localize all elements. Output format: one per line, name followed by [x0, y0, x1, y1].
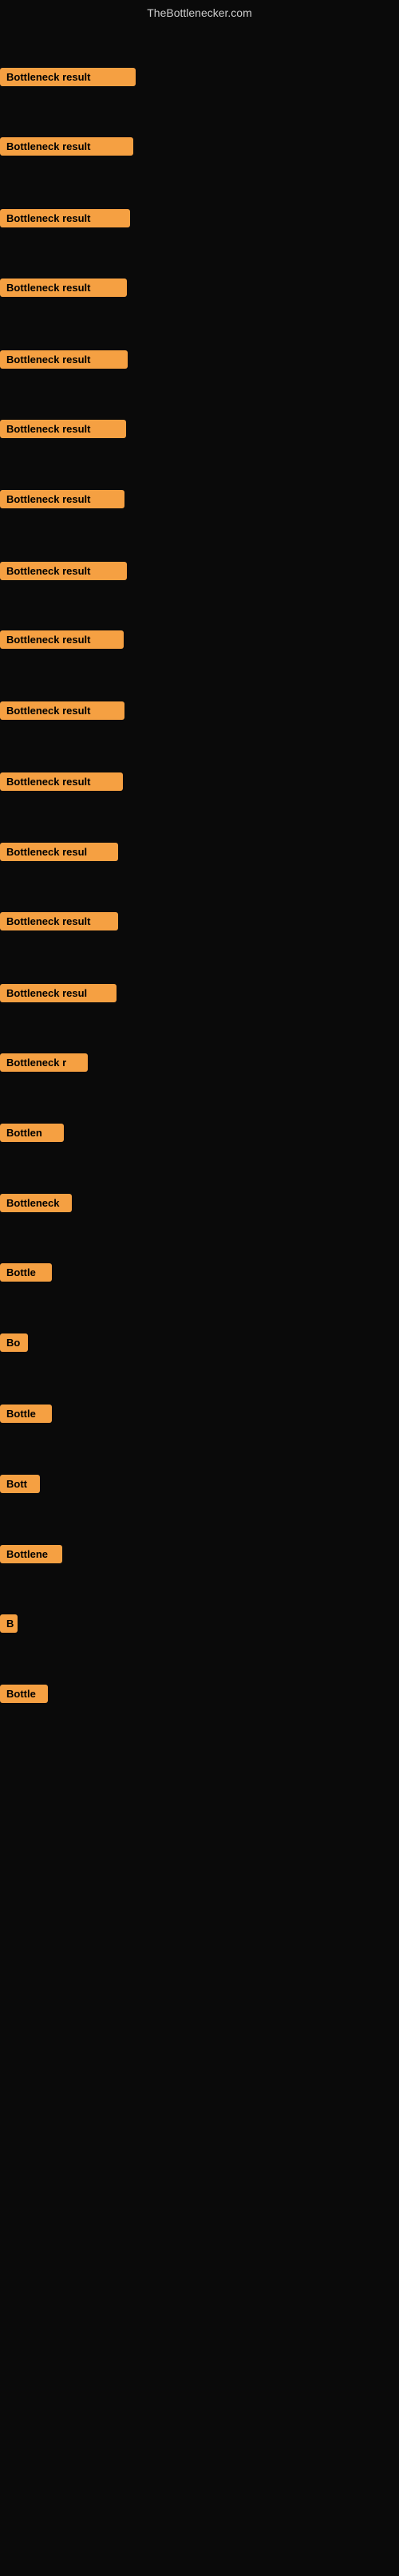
bottleneck-badge-22[interactable]: Bottlene	[0, 1545, 62, 1567]
bottleneck-badge-3[interactable]: Bottleneck result	[0, 209, 130, 231]
bottleneck-badge-9[interactable]: Bottleneck result	[0, 630, 124, 653]
bottleneck-badge-18[interactable]: Bottle	[0, 1263, 52, 1286]
bottleneck-badge-7[interactable]: Bottleneck result	[0, 490, 124, 512]
bottleneck-badge-2[interactable]: Bottleneck result	[0, 137, 133, 160]
bottleneck-badge-23[interactable]: B	[0, 1614, 18, 1637]
bottleneck-label-21: Bott	[0, 1475, 40, 1493]
bottleneck-label-18: Bottle	[0, 1263, 52, 1282]
bottleneck-badge-6[interactable]: Bottleneck result	[0, 420, 126, 442]
bottleneck-label-7: Bottleneck result	[0, 490, 124, 508]
bottleneck-label-16: Bottlen	[0, 1124, 64, 1142]
bottleneck-label-19: Bo	[0, 1333, 28, 1352]
bottleneck-badge-13[interactable]: Bottleneck result	[0, 912, 118, 934]
bottleneck-badge-20[interactable]: Bottle	[0, 1405, 52, 1427]
bottleneck-label-5: Bottleneck result	[0, 350, 128, 369]
bottleneck-badge-14[interactable]: Bottleneck resul	[0, 984, 117, 1006]
bottleneck-label-1: Bottleneck result	[0, 68, 136, 86]
bottleneck-label-3: Bottleneck result	[0, 209, 130, 227]
bottleneck-badge-5[interactable]: Bottleneck result	[0, 350, 128, 373]
bottleneck-badge-4[interactable]: Bottleneck result	[0, 279, 127, 301]
bottleneck-label-9: Bottleneck result	[0, 630, 124, 649]
bottleneck-badge-11[interactable]: Bottleneck result	[0, 772, 123, 795]
bottleneck-label-13: Bottleneck result	[0, 912, 118, 930]
bottleneck-label-22: Bottlene	[0, 1545, 62, 1563]
site-title: TheBottlenecker.com	[0, 0, 399, 22]
bottleneck-label-2: Bottleneck result	[0, 137, 133, 156]
bottleneck-badge-16[interactable]: Bottlen	[0, 1124, 64, 1146]
bottleneck-badge-1[interactable]: Bottleneck result	[0, 68, 136, 90]
bottleneck-label-12: Bottleneck resul	[0, 843, 118, 861]
bottleneck-badge-15[interactable]: Bottleneck r	[0, 1053, 88, 1076]
bottleneck-badge-24[interactable]: Bottle	[0, 1685, 48, 1707]
bottleneck-label-23: B	[0, 1614, 18, 1633]
bottleneck-badge-19[interactable]: Bo	[0, 1333, 28, 1356]
bottleneck-badge-17[interactable]: Bottleneck	[0, 1194, 72, 1216]
bottleneck-label-4: Bottleneck result	[0, 279, 127, 297]
bottleneck-label-14: Bottleneck resul	[0, 984, 117, 1002]
bottleneck-label-17: Bottleneck	[0, 1194, 72, 1212]
bottleneck-label-24: Bottle	[0, 1685, 48, 1703]
bottleneck-badge-10[interactable]: Bottleneck result	[0, 701, 124, 724]
bottleneck-badge-12[interactable]: Bottleneck resul	[0, 843, 118, 865]
bottleneck-label-10: Bottleneck result	[0, 701, 124, 720]
bottleneck-label-20: Bottle	[0, 1405, 52, 1423]
bottleneck-label-8: Bottleneck result	[0, 562, 127, 580]
bottleneck-label-15: Bottleneck r	[0, 1053, 88, 1072]
bottleneck-badge-8[interactable]: Bottleneck result	[0, 562, 127, 584]
bottleneck-badge-21[interactable]: Bott	[0, 1475, 40, 1497]
bottleneck-label-6: Bottleneck result	[0, 420, 126, 438]
bottleneck-label-11: Bottleneck result	[0, 772, 123, 791]
